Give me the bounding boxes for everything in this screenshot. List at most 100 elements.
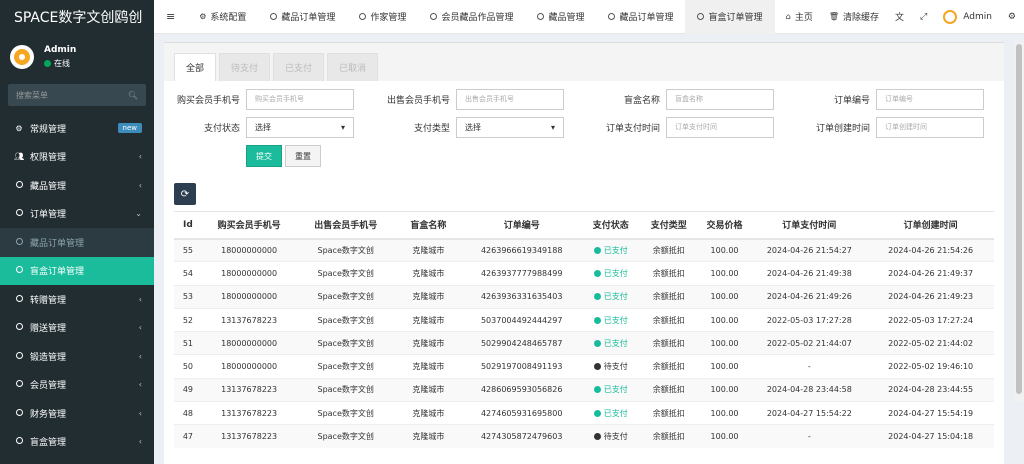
filter-row-2: 支付状态 选择 ▾ 支付类型 选择 ▾ 订单支付时间 订单支付时间 订单创建时间 订… [164, 116, 1004, 138]
table-row[interactable]: 55 18000000000 Space数字文创 克隆城市 42639666193491… [174, 237, 994, 262]
table-row[interactable]: 52 13137678223 Space数字文创 克隆城市 50370044924442… [174, 307, 994, 332]
cell-status: 已支付 [581, 331, 640, 355]
cell-create-time: 2022-05-03 17:27:24 [867, 307, 994, 332]
tab-all[interactable]: 全部 [174, 53, 217, 81]
caret-down-icon: ▾ [340, 122, 345, 132]
cell-box: 克隆城市 [395, 401, 462, 425]
status-badge: 已支付 [593, 315, 628, 326]
tab-collection-orders-2[interactable]: 藏品订单管理 [596, 0, 685, 34]
home-link[interactable]: ⌂ 主页 [778, 0, 821, 34]
column-header[interactable]: 购买会员手机号 [201, 211, 297, 240]
submit-button[interactable]: 提交 [246, 145, 282, 167]
pay-status-select[interactable]: 选择 ▾ [246, 116, 354, 138]
status-badge: 已支付 [593, 268, 628, 279]
user-name: Admin [44, 45, 77, 55]
cell-seller: Space数字文创 [296, 377, 396, 402]
scrollbar-thumb[interactable] [1016, 44, 1022, 394]
sidebar-item-transfer[interactable]: 转赠管理 ‹ [0, 285, 154, 314]
refresh-button[interactable]: ⟳ [174, 183, 196, 205]
tab-cancelled[interactable]: 已取消 [327, 53, 379, 81]
tab-paid[interactable]: 已支付 [273, 53, 325, 81]
cell-seller: Space数字文创 [296, 237, 396, 262]
tab-member-works[interactable]: 会员藏品作品管理 [418, 0, 525, 34]
column-header[interactable]: 支付状态 [581, 211, 640, 240]
reset-button[interactable]: 重置 [285, 145, 321, 167]
cell-create-time: 2024-04-26 21:49:37 [867, 261, 994, 286]
column-header[interactable]: 支付类型 [639, 211, 698, 240]
sidebar-item-permissions[interactable]: 👥︎ 权限管理 ‹ [0, 143, 154, 172]
status-dot-icon [593, 363, 601, 371]
column-header[interactable]: Id [174, 211, 202, 240]
clear-cache-button[interactable]: 🗑︎ 清除缓存 [821, 0, 887, 34]
sidebar-item-blindbox-orders[interactable]: 盲盒订单管理 [0, 256, 154, 285]
sidebar-item-members[interactable]: 会员管理 ‹ [0, 371, 154, 400]
fullscreen-button[interactable]: ⤢ [912, 0, 935, 34]
sidebar-item-collection-orders[interactable]: 藏品订单管理 [0, 228, 154, 257]
table-row[interactable]: 47 13137678223 Space数字文创 克隆城市 42743058724796… [174, 424, 994, 449]
search-icon[interactable]: 🔍︎ [128, 91, 138, 100]
order-no-input[interactable]: 订单编号 [876, 88, 984, 110]
sidebar-item-gift[interactable]: 赠送管理 ‹ [0, 314, 154, 343]
tab-blindbox-orders[interactable]: 盲盒订单管理 [685, 0, 775, 34]
cell-create-time: 2022-05-02 19:46:10 [867, 354, 994, 379]
table-row[interactable]: 54 18000000000 Space数字文创 克隆城市 42639377779884… [174, 261, 994, 286]
cell-create-time: 2024-04-26 21:54:26 [867, 237, 994, 262]
circle-icon [14, 323, 24, 332]
seller-phone-label: 出售会员手机号 [386, 95, 450, 106]
pay-time-input[interactable]: 订单支付时间 [666, 116, 774, 138]
cell-create-time: 2024-04-27 15:54:19 [867, 401, 994, 425]
column-header[interactable]: 订单支付时间 [751, 211, 868, 240]
cell-buyer: 18000000000 [201, 354, 297, 379]
user-menu[interactable]: Admin [935, 0, 1000, 34]
sidebar-item-finance[interactable]: 财务管理 ‹ [0, 399, 154, 428]
tab-collection-orders[interactable]: 藏品订单管理 [258, 0, 347, 34]
status-badge: 已支付 [593, 384, 628, 395]
cell-status: 已支付 [581, 284, 640, 309]
avatar [943, 9, 958, 24]
tab-collections[interactable]: 藏品管理 [525, 0, 596, 34]
cell-id: 55 [174, 237, 202, 262]
column-header[interactable]: 交易价格 [697, 211, 752, 240]
settings-button[interactable]: ⚙ [1000, 0, 1024, 34]
seller-phone-input[interactable]: 出售会员手机号 [456, 88, 564, 110]
table-row[interactable]: 48 13137678223 Space数字文创 克隆城市 42746059316958… [174, 401, 994, 425]
order-no-label: 订单编号 [833, 95, 870, 106]
table-row[interactable]: 50 18000000000 Space数字文创 克隆城市 50291970084911… [174, 354, 994, 379]
create-time-input[interactable]: 订单创建时间 [876, 116, 984, 138]
sidebar-item-general[interactable]: ⚙ 常规管理 new [0, 114, 154, 143]
sidebar-item-orders[interactable]: 订单管理 ⌄ [0, 200, 154, 229]
status-badge: 待支付 [593, 361, 628, 372]
cell-id: 48 [174, 401, 202, 425]
app-logo[interactable]: SPACE数字文创鸥创 [0, 0, 154, 34]
sidebar-item-blindbox[interactable]: 盲盒管理 ‹ [0, 428, 154, 457]
column-header[interactable]: 盲盒名称 [395, 211, 462, 240]
sidebar-item-forge[interactable]: 锻造管理 ‹ [0, 342, 154, 371]
column-header[interactable]: 出售会员手机号 [296, 211, 396, 240]
cell-buyer: 13137678223 [201, 424, 297, 449]
sidebar-item-collections[interactable]: 藏品管理 ‹ [0, 171, 154, 200]
tab-system-config[interactable]: ⚙ 系统配置 [187, 0, 258, 34]
sidebar-search-input[interactable]: 搜索菜单 🔍︎ [8, 84, 146, 106]
table-row[interactable]: 53 18000000000 Space数字文创 克隆城市 42639363316354… [174, 284, 994, 309]
sidebar-toggle-button[interactable]: ≡ [154, 0, 187, 34]
table-row[interactable]: 49 13137678223 Space数字文创 克隆城市 42860695930568… [174, 377, 994, 402]
tab-authors[interactable]: 作家管理 [347, 0, 418, 34]
trash-icon: 🗑︎ [828, 12, 839, 21]
tab-pending[interactable]: 待支付 [219, 53, 271, 81]
language-button[interactable]: 文 [887, 0, 912, 34]
page-scrollbar[interactable] [1014, 42, 1024, 402]
status-badge: 已支付 [593, 408, 628, 419]
new-badge: new [117, 123, 142, 134]
column-header[interactable]: 订单编号 [461, 211, 582, 240]
cell-order: 4263966619349188 [461, 237, 582, 262]
box-name-input[interactable]: 盲盒名称 [666, 88, 774, 110]
buyer-phone-input[interactable]: 购买会员手机号 [246, 88, 354, 110]
status-tabs: 全部 待支付 已支付 已取消 [164, 43, 1004, 81]
gear-icon: ⚙ [199, 12, 207, 21]
column-header[interactable]: 订单创建时间 [867, 211, 994, 240]
table-row[interactable]: 51 18000000000 Space数字文创 克隆城市 50299042484657… [174, 331, 994, 355]
cell-order: 5029197008491193 [461, 354, 582, 379]
pay-type-select[interactable]: 选择 ▾ [456, 116, 564, 138]
circle-icon [14, 294, 24, 304]
cell-pay-time: 2024-04-26 21:54:27 [751, 237, 868, 262]
